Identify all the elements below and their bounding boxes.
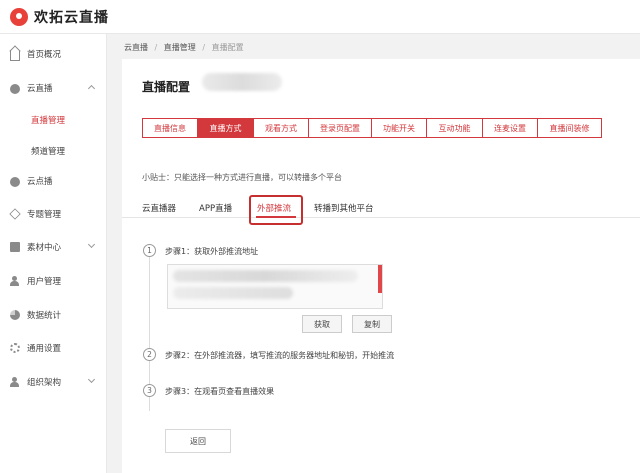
home-icon	[10, 51, 20, 61]
org-icon	[10, 377, 20, 387]
sidebar-item-label: 云直播	[27, 84, 53, 94]
tab-mic-settings[interactable]: 连麦设置	[483, 119, 538, 137]
subtab-app-live[interactable]: APP直播	[199, 202, 232, 214]
redacted-title	[202, 73, 282, 91]
back-button[interactable]: 返回	[165, 429, 231, 453]
app-logo-icon	[10, 7, 28, 26]
tab-live-info[interactable]: 直播信息	[143, 119, 198, 137]
sidebar-item-vod[interactable]: 云点播	[0, 170, 107, 192]
chevron-up-icon	[87, 84, 96, 93]
step-number: 1	[143, 244, 156, 257]
get-button[interactable]: 获取	[302, 315, 342, 333]
tab-login-page[interactable]: 登录页配置	[309, 119, 372, 137]
redacted-url	[173, 270, 358, 282]
copy-button[interactable]: 复制	[352, 315, 392, 333]
tip-text: 小贴士：只能选择一种方式进行直播，可以转播多个平台	[142, 173, 342, 182]
sidebar-item-materials[interactable]: 素材中心	[0, 236, 107, 258]
main-content: 云直播 / 直播管理 / 直播配置 直播配置 直播信息 直播方式 观看方式 登录…	[107, 34, 640, 473]
sidebar-subitem-live-management[interactable]: 直播管理	[0, 110, 107, 130]
breadcrumb-item[interactable]: 云直播	[124, 43, 148, 52]
cloud-icon	[10, 84, 20, 94]
config-tabs: 直播信息 直播方式 观看方式 登录页配置 功能开关 互动功能 连麦设置 直播间装…	[142, 118, 602, 138]
breadcrumb-current: 直播配置	[211, 43, 244, 52]
step-text: 步骤2：在外部推流器，填写推流的服务器地址和秘钥，开始推流	[165, 351, 395, 360]
user-icon	[10, 276, 20, 286]
step-number: 3	[143, 384, 156, 397]
tab-room-decoration[interactable]: 直播间装修	[538, 119, 601, 137]
tab-interaction[interactable]: 互动功能	[427, 119, 483, 137]
app-name: 欢拓云直播	[34, 9, 109, 26]
sidebar-item-statistics[interactable]: 数据统计	[0, 304, 107, 326]
sidebar-item-settings[interactable]: 通用设置	[0, 337, 107, 359]
chevron-down-icon	[87, 375, 96, 384]
top-bar: 欢拓云直播	[0, 0, 640, 34]
push-url-field[interactable]	[167, 264, 383, 309]
sidebar: 首页概况 云直播 直播管理 频道管理 云点播 专题管理 素材中心 用户管理 数据…	[0, 34, 107, 473]
sidebar-item-label: 通用设置	[27, 344, 62, 354]
content-card: 直播配置 直播信息 直播方式 观看方式 登录页配置 功能开关 互动功能 连麦设置…	[122, 59, 640, 473]
step-text: 步骤1：获取外部推流地址	[165, 247, 259, 256]
scrollbar[interactable]	[378, 265, 382, 293]
subtab-cloud-streamer[interactable]: 云直播器	[142, 202, 176, 214]
chevron-down-icon	[87, 240, 96, 249]
sidebar-subitem-channel-management[interactable]: 频道管理	[0, 141, 107, 161]
sidebar-item-label: 素材中心	[27, 243, 62, 253]
sidebar-item-cloud-live[interactable]: 云直播	[0, 77, 107, 99]
tab-feature-switch[interactable]: 功能开关	[372, 119, 427, 137]
breadcrumb-item[interactable]: 直播管理	[164, 43, 196, 52]
step-number: 2	[143, 348, 156, 361]
sidebar-item-home[interactable]: 首页概况	[0, 43, 107, 65]
sidebar-item-label: 首页概况	[27, 50, 62, 60]
layers-icon	[9, 208, 21, 220]
live-method-tabs: 云直播器 APP直播 外部推流 转播到其他平台	[122, 200, 640, 218]
subtab-relay-platforms[interactable]: 转播到其他平台	[314, 202, 374, 214]
sidebar-item-users[interactable]: 用户管理	[0, 270, 107, 292]
sidebar-item-label: 专题管理	[27, 210, 62, 220]
cloud-icon	[10, 177, 20, 187]
pie-chart-icon	[10, 310, 20, 320]
breadcrumb: 云直播 / 直播管理 / 直播配置	[124, 43, 244, 52]
sidebar-item-label: 云点播	[27, 177, 53, 187]
sidebar-item-label: 数据统计	[27, 311, 62, 321]
highlight-box	[249, 195, 303, 225]
step-text: 步骤3：在观看页查看直播效果	[165, 387, 275, 396]
gear-icon	[10, 343, 20, 353]
sidebar-item-organization[interactable]: 组织架构	[0, 371, 107, 393]
tab-view-mode[interactable]: 观看方式	[254, 119, 309, 137]
tab-live-mode[interactable]: 直播方式	[198, 119, 254, 137]
sidebar-item-topics[interactable]: 专题管理	[0, 203, 107, 225]
page-title: 直播配置	[142, 80, 191, 94]
sidebar-item-label: 用户管理	[27, 277, 62, 287]
redacted-url	[173, 287, 293, 299]
folder-icon	[10, 242, 20, 252]
sidebar-item-label: 组织架构	[27, 378, 62, 388]
